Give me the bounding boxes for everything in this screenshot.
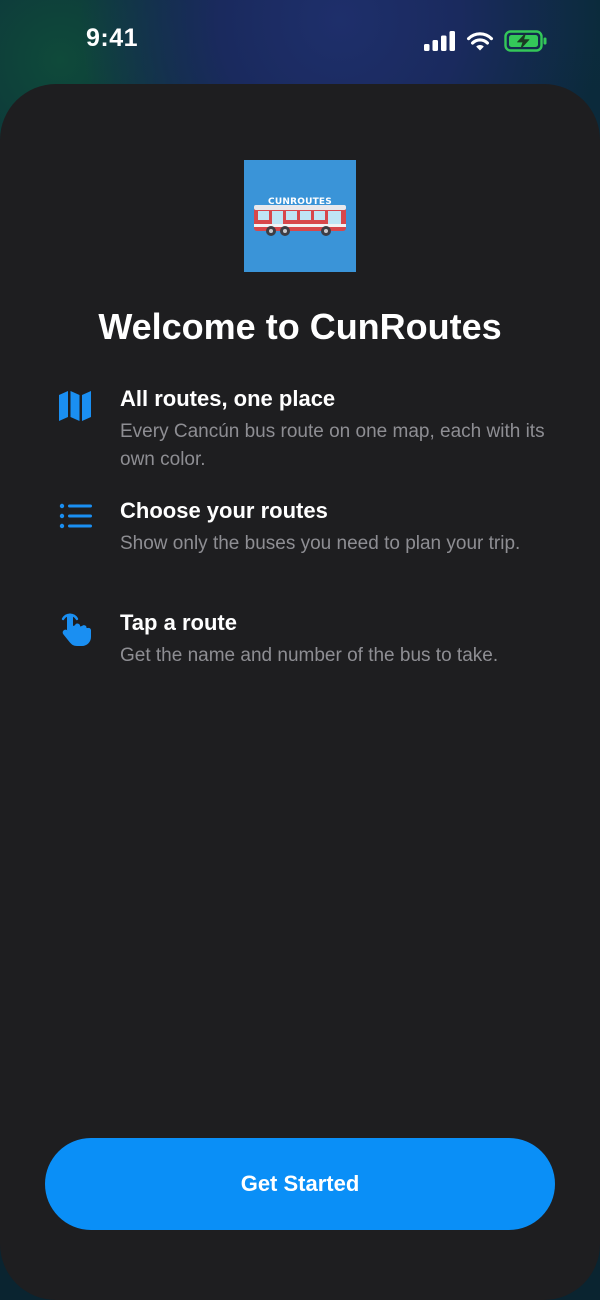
app-icon: CUNROUTES bbox=[244, 160, 356, 272]
feature-description: Every Cancún bus route on one map, each … bbox=[120, 421, 545, 470]
tap-hand-icon bbox=[61, 613, 91, 646]
wifi-icon bbox=[467, 32, 493, 51]
get-started-button[interactable]: Get Started bbox=[45, 1138, 555, 1230]
list-icon bbox=[59, 503, 92, 529]
battery-charging-icon bbox=[504, 30, 547, 52]
status-icons bbox=[424, 30, 548, 52]
map-icon bbox=[59, 391, 91, 421]
bus-illustration-icon bbox=[254, 205, 346, 236]
feature-title: All routes, one place bbox=[120, 386, 336, 411]
feature-title: Choose your routes bbox=[120, 498, 328, 523]
status-time: 9:41 bbox=[86, 24, 139, 52]
cellular-signal-icon bbox=[424, 31, 455, 51]
feature-title: Tap a route bbox=[120, 610, 237, 635]
status-bar: 9:41 bbox=[0, 0, 600, 84]
feature-description: Show only the buses you need to plan you… bbox=[120, 533, 521, 554]
welcome-title: Welcome to CunRoutes bbox=[98, 306, 502, 347]
feature-description: Get the name and number of the bus to ta… bbox=[120, 645, 499, 666]
